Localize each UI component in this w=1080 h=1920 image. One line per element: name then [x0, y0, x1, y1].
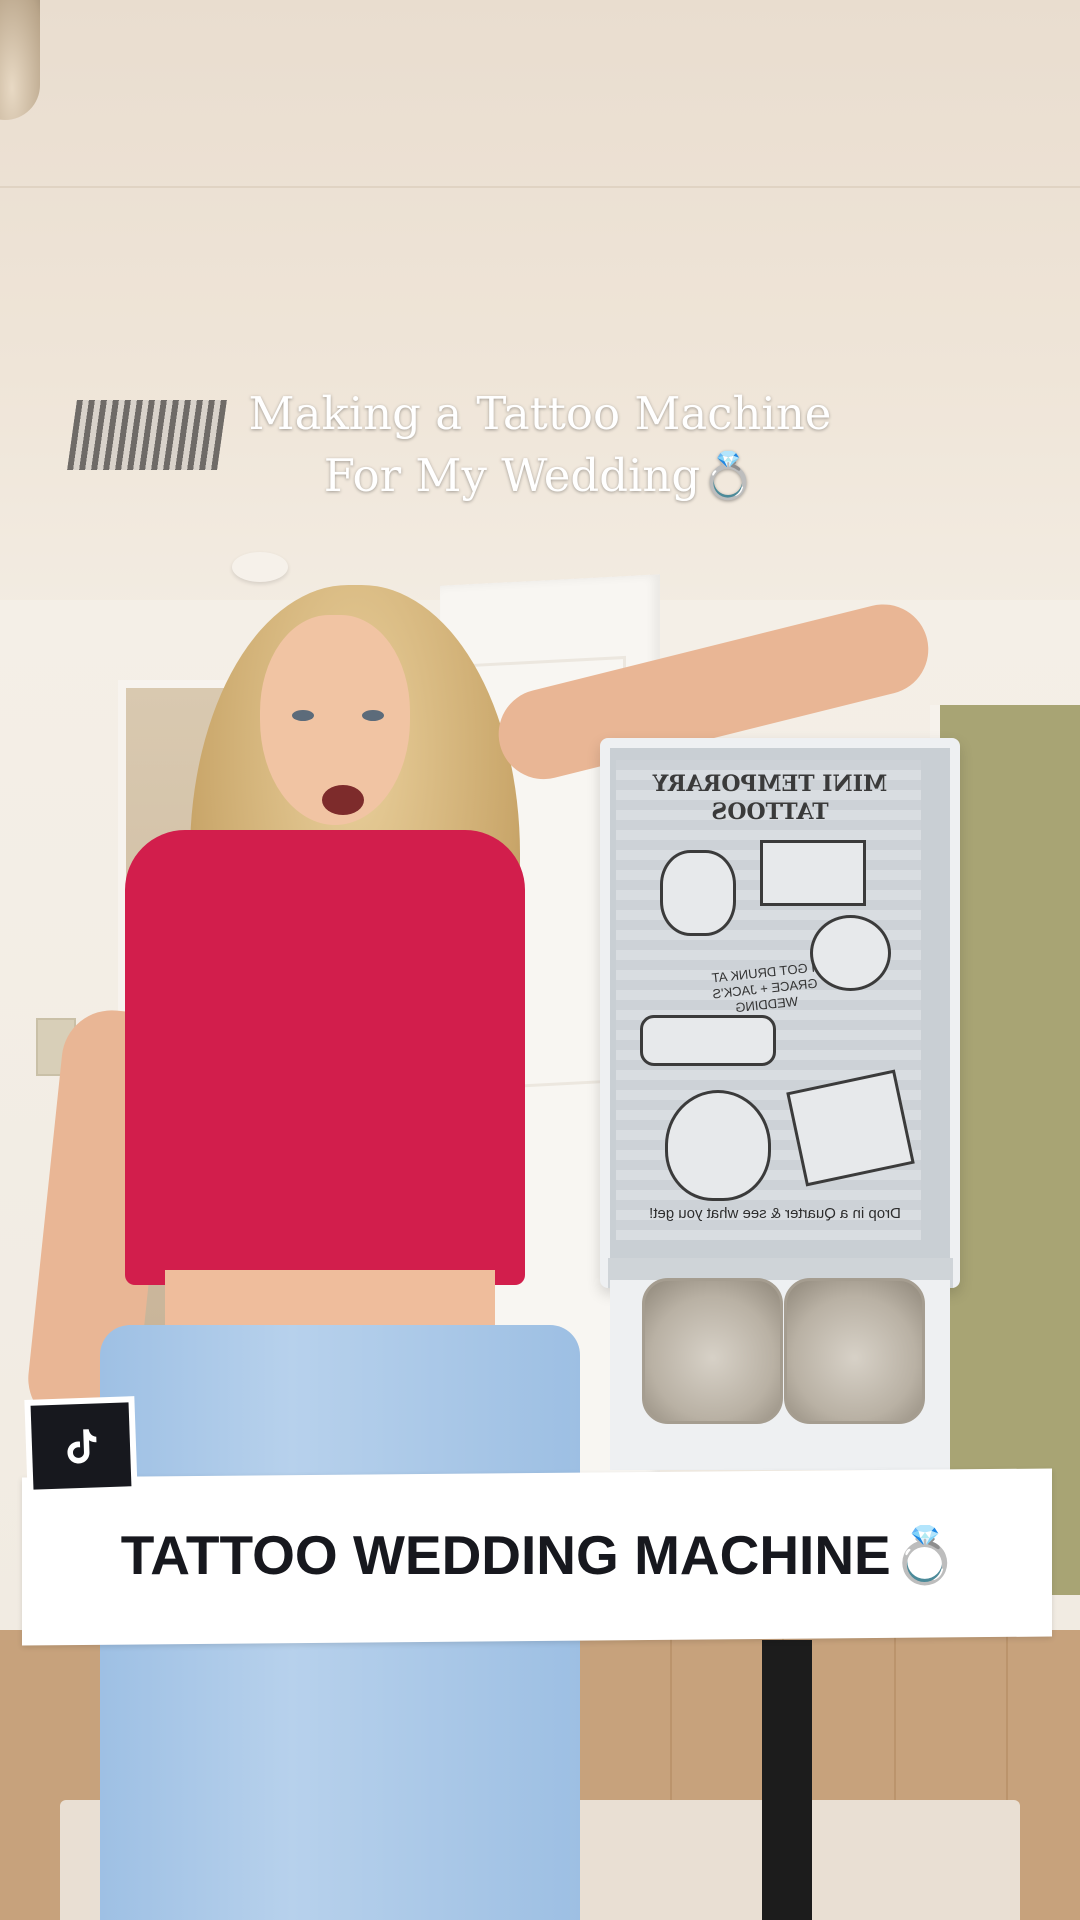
coin-mechanism [642, 1278, 783, 1424]
machine-stand-pole [762, 1640, 812, 1920]
ceiling-edge [0, 186, 1080, 188]
tiktok-icon [30, 1402, 132, 1490]
caption-text: TATTOO WEDDING MACHINE💍 [40, 1520, 1040, 1590]
title-line-2: For My Wedding💍 [323, 449, 757, 502]
title-line-1: Making a Tattoo Machine [248, 387, 832, 440]
person-eye-left [292, 710, 314, 721]
tattoo-sticker [660, 850, 736, 936]
smoke-detector [232, 552, 288, 582]
tattoo-sticker [640, 1015, 776, 1066]
person-eye-right [362, 710, 384, 721]
person-mouth [322, 785, 364, 815]
tattoo-sticker [665, 1090, 771, 1201]
red-shirt [125, 830, 525, 1285]
tattoo-sticker [760, 840, 866, 906]
caption-label: TATTOO WEDDING MACHINE [120, 1524, 891, 1586]
ring-emoji: 💍 [890, 1523, 960, 1587]
ceiling-lamp [0, 0, 40, 120]
video-title-overlay: Making a Tattoo Machine For My Wedding💍 [180, 383, 900, 507]
machine-footer: Drop in a Quarter & see what you get! [649, 1205, 901, 1222]
ceiling [0, 0, 1080, 620]
coin-mechanism [784, 1278, 925, 1424]
machine-header: MINI TEMPORARY TATTOOS [652, 771, 888, 825]
